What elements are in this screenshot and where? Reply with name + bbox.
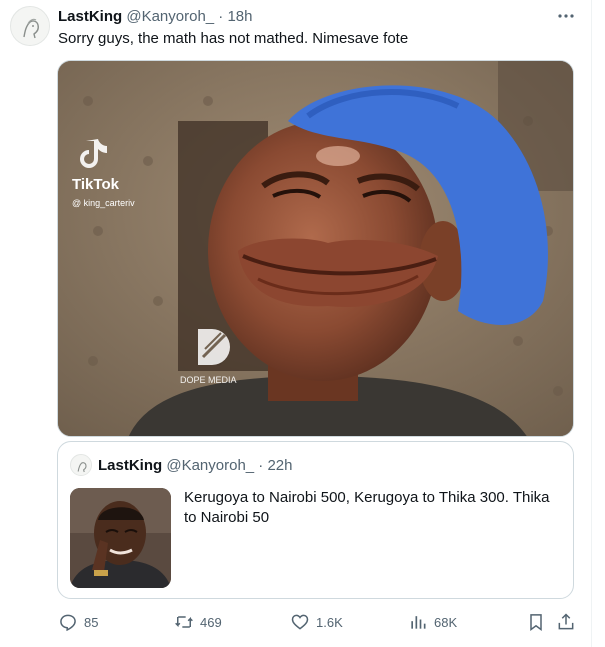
views-button[interactable]: 68K [408, 611, 457, 633]
quoted-tweet-header: LastKing @Kanyoroh_ · 22h [98, 457, 293, 475]
more-options-icon[interactable] [556, 6, 576, 26]
like-count: 1.6K [316, 614, 343, 630]
quoted-tweet[interactable]: LastKing @Kanyoroh_ · 22h Kerugoya to Na… [57, 441, 574, 599]
quoted-tweet-text: Kerugoya to Nairobi 500, Kerugoya to Thi… [184, 489, 550, 526]
tweet-text: Sorry guys, the math has not mathed. Nim… [58, 30, 409, 47]
quoted-tweet-image[interactable] [70, 488, 171, 588]
bookmark-icon [530, 614, 542, 631]
reply-button[interactable]: 85 [58, 611, 98, 633]
share-button[interactable] [556, 611, 576, 633]
share-icon [558, 613, 574, 630]
quoted-tweet-timestamp[interactable]: 22h [267, 457, 292, 474]
analytics-icon [411, 616, 426, 629]
author-name[interactable]: LastKing [58, 8, 122, 25]
separator-dot: · [218, 8, 224, 25]
retweet-icon [175, 616, 193, 628]
separator-dot: · [258, 457, 264, 474]
retweet-button[interactable]: 469 [174, 611, 222, 633]
like-button[interactable]: 1.6K [290, 611, 343, 633]
dope-media-watermark: DOPE MEDIA [180, 375, 237, 385]
reply-count: 85 [84, 614, 99, 630]
tiktok-username-watermark: @ king_carteriv [72, 198, 135, 208]
tweet-media-image[interactable]: TikTok @ king_carteriv DOPE MEDIA [57, 60, 574, 437]
tweet-timestamp[interactable]: 18h [227, 8, 252, 25]
bookmark-button[interactable] [526, 611, 546, 633]
quoted-author-handle[interactable]: @Kanyoroh_ [166, 457, 254, 474]
quoted-author-avatar[interactable] [70, 454, 92, 476]
tweet-action-bar: 85 469 1.6K 68K [0, 608, 592, 638]
view-count: 68K [434, 614, 458, 630]
retweet-count: 469 [200, 614, 222, 630]
heart-icon [291, 614, 309, 630]
author-avatar[interactable] [10, 6, 50, 46]
tiktok-watermark: TikTok [72, 176, 120, 193]
quoted-author-name[interactable]: LastKing [98, 457, 162, 474]
tweet-container[interactable]: LastKing @Kanyoroh_ · 18h Sorry guys, th… [0, 0, 592, 647]
tweet-header: LastKing @Kanyoroh_ · 18h [58, 8, 253, 26]
author-handle[interactable]: @Kanyoroh_ [126, 8, 214, 25]
reply-icon [60, 614, 76, 632]
